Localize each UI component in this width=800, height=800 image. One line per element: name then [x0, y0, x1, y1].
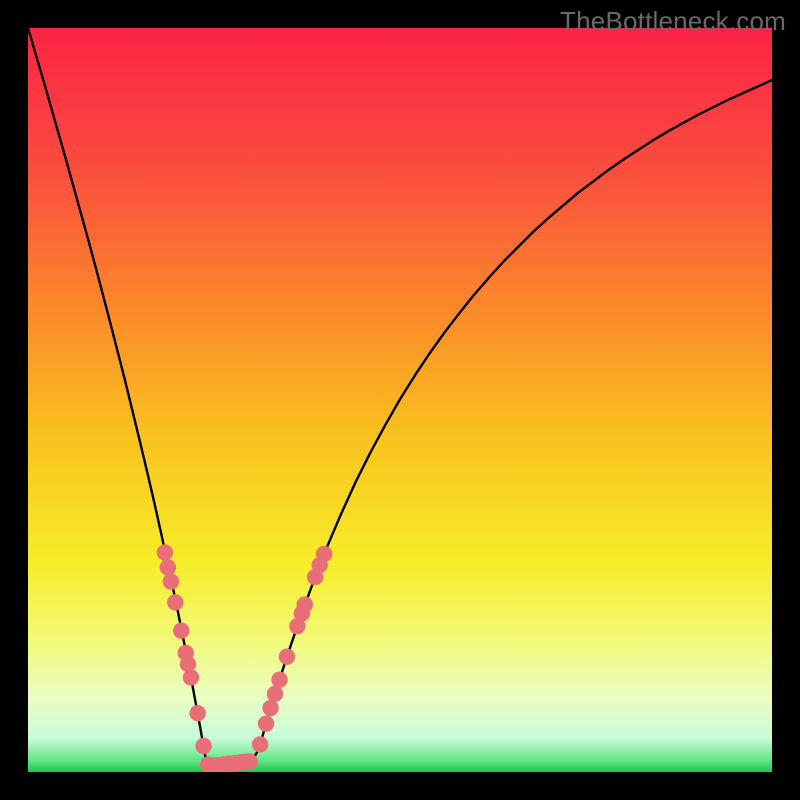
- data-marker: [252, 736, 268, 752]
- data-marker: [316, 546, 332, 562]
- data-marker: [279, 648, 295, 664]
- data-marker: [258, 715, 274, 731]
- data-marker: [267, 686, 283, 702]
- data-marker: [163, 573, 179, 589]
- data-marker: [189, 705, 205, 721]
- data-marker: [157, 544, 173, 560]
- data-marker: [173, 622, 189, 638]
- data-marker: [167, 594, 183, 610]
- data-marker: [271, 672, 287, 688]
- plot-area: [28, 28, 772, 772]
- data-marker: [183, 669, 199, 685]
- data-marker: [242, 753, 258, 769]
- chart-frame: TheBottleneck.com: [0, 0, 800, 800]
- chart-svg: [28, 28, 772, 772]
- watermark-text: TheBottleneck.com: [560, 6, 786, 37]
- data-marker: [297, 596, 313, 612]
- data-marker: [160, 559, 176, 575]
- data-marker: [262, 700, 278, 716]
- data-marker: [195, 738, 211, 754]
